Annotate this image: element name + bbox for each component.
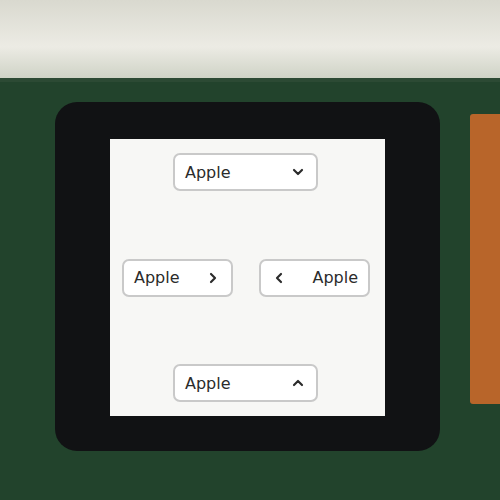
dropdown-label: Apple	[185, 163, 231, 182]
breadboard	[0, 0, 500, 82]
dropdown-label: Apple	[312, 268, 358, 287]
dropdown[interactable]: Apple	[122, 259, 233, 297]
dropdown[interactable]: Apple	[173, 153, 318, 191]
chevron-left-icon	[271, 270, 287, 286]
screen: Apple Apple Apple Apple	[110, 139, 385, 416]
dropdown[interactable]: Apple	[259, 259, 370, 297]
dropdown[interactable]: Apple	[173, 364, 318, 402]
dropdown-label: Apple	[134, 268, 180, 287]
chevron-up-icon	[290, 375, 306, 391]
flex-cable	[470, 114, 500, 404]
chevron-down-icon	[290, 164, 306, 180]
photo: Apple Apple Apple Apple	[0, 0, 500, 500]
chevron-right-icon	[205, 270, 221, 286]
dropdown-label: Apple	[185, 374, 231, 393]
display-bezel: Apple Apple Apple Apple	[55, 102, 440, 451]
